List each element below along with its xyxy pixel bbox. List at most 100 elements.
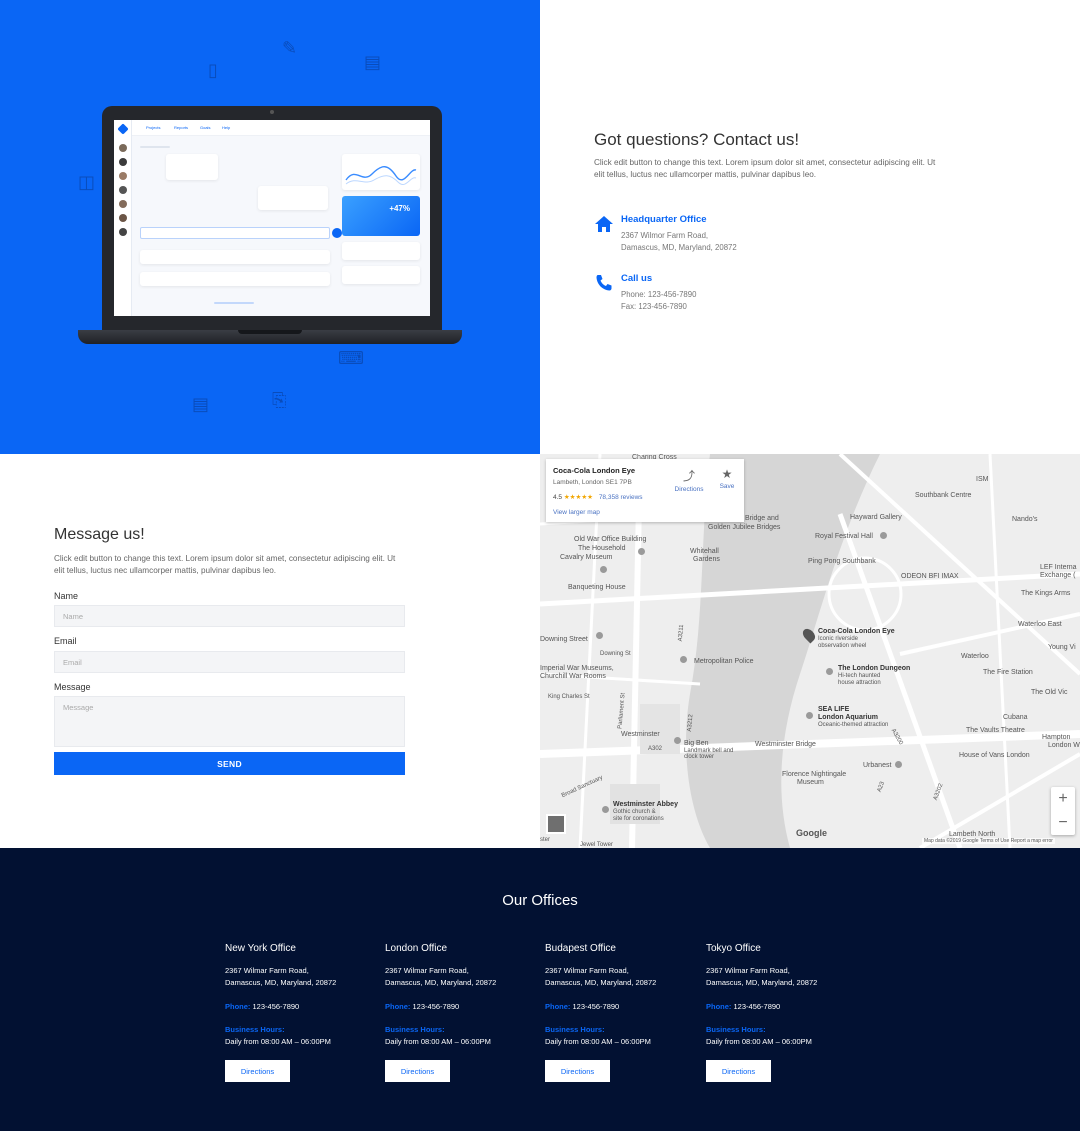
directions-button[interactable]: Directions bbox=[545, 1060, 610, 1082]
email-label: Email bbox=[54, 636, 77, 646]
phone-outline-icon: ▯ bbox=[208, 60, 218, 81]
directions-icon: ⤴ bbox=[682, 469, 695, 483]
map-label: The Household bbox=[578, 545, 626, 552]
map-label: observation wheel bbox=[818, 643, 867, 649]
map-label: Hampton bbox=[1042, 734, 1071, 741]
app-tab: Reports bbox=[174, 125, 189, 130]
laptop-base bbox=[78, 330, 462, 344]
office-address: 2367 Wilmar Farm Road, bbox=[706, 966, 790, 975]
save-label: Save bbox=[719, 483, 735, 490]
map-label: Nando's bbox=[1012, 516, 1038, 523]
avatar bbox=[119, 158, 127, 166]
map-label: house attraction bbox=[838, 680, 881, 686]
office-address: 2367 Wilmar Farm Road, bbox=[545, 966, 629, 975]
name-label: Name bbox=[54, 591, 79, 601]
message-field[interactable] bbox=[54, 696, 405, 747]
map-label: Big Ben bbox=[684, 740, 709, 747]
map-attribution[interactable]: Map data ©2019 Google Terms of Use Repor… bbox=[922, 838, 1055, 844]
reviews-link[interactable]: 78,358 reviews bbox=[599, 494, 643, 501]
stat-card: +47% bbox=[342, 196, 420, 236]
email-field[interactable] bbox=[54, 651, 405, 673]
satellite-toggle[interactable] bbox=[546, 814, 566, 834]
poi-icon[interactable] bbox=[895, 761, 902, 768]
zoom-out-button[interactable]: − bbox=[1051, 811, 1075, 835]
map-label: Cavalry Museum bbox=[560, 554, 613, 561]
map-label: Imperial War Museums, bbox=[540, 665, 614, 672]
document-icon: ▤ bbox=[364, 52, 382, 73]
place-title: Coca-Cola London Eye bbox=[553, 466, 636, 475]
map-label: Gothic church & bbox=[613, 809, 656, 815]
office-phone: Phone: 123-456-7890 bbox=[545, 1002, 619, 1011]
app-topbar: Projects Reports Goals Help bbox=[132, 120, 430, 136]
office-address: Damascus, MD, Maryland, 20872 bbox=[385, 978, 497, 987]
phone-line: Phone: 123-456-7890 bbox=[621, 290, 697, 299]
avatar bbox=[119, 228, 127, 236]
office-phone: Phone: 123-456-7890 bbox=[225, 1002, 299, 1011]
chart-card bbox=[342, 154, 420, 190]
send-icon bbox=[332, 228, 342, 238]
office-name: Tokyo Office bbox=[706, 943, 761, 954]
send-button[interactable]: SEND bbox=[54, 752, 405, 775]
map-label: Banqueting House bbox=[568, 584, 626, 591]
office-hours: Daily from 08:00 AM – 06:00PM bbox=[225, 1037, 331, 1046]
poi-icon[interactable] bbox=[806, 712, 813, 719]
map-label: Metropolitan Police bbox=[694, 658, 754, 665]
directions-button[interactable]: Directions bbox=[225, 1060, 290, 1082]
app-screenshot: Projects Reports Goals Help +47% bbox=[114, 120, 430, 316]
message-label: Message bbox=[54, 682, 91, 692]
activity-row bbox=[140, 272, 330, 286]
hq-address-line: Damascus, MD, Maryland, 20872 bbox=[621, 243, 737, 252]
map-embed[interactable]: Charing Cross Southbank Centre ISM Haywa… bbox=[540, 454, 1080, 848]
divider bbox=[214, 302, 254, 304]
chat-card bbox=[258, 186, 328, 210]
map-label: The Old Vic bbox=[1031, 689, 1068, 696]
avatar bbox=[119, 200, 127, 208]
contact-lead: Click edit button to change this text. L… bbox=[594, 158, 936, 179]
map-label: Hi-tech haunted bbox=[838, 673, 881, 679]
message-lead: Click edit button to change this text. L… bbox=[54, 554, 396, 575]
map-label: London W bbox=[1048, 742, 1080, 749]
hq-address-line: 2367 Wilmor Farm Road, bbox=[621, 231, 709, 240]
phone-key: Phone: bbox=[706, 1002, 732, 1011]
app-tab: Projects bbox=[146, 125, 161, 130]
map-label: House of Vans London bbox=[959, 752, 1030, 759]
app-tab: Help bbox=[222, 125, 231, 130]
activity-row bbox=[140, 250, 330, 264]
avatar bbox=[119, 144, 127, 152]
map-label: The Fire Station bbox=[983, 669, 1033, 676]
map-label: The Vaults Theatre bbox=[966, 727, 1025, 734]
directions-label: Directions bbox=[674, 486, 704, 493]
poi-icon[interactable] bbox=[826, 668, 833, 675]
poi-icon[interactable] bbox=[600, 566, 607, 573]
poi-icon[interactable] bbox=[602, 806, 609, 813]
save-action[interactable]: ★ Save bbox=[710, 467, 744, 490]
poi-icon[interactable] bbox=[674, 737, 681, 744]
map-label: clock tower bbox=[684, 754, 715, 760]
map-label: Downing Street bbox=[540, 636, 588, 643]
map-label: Exchange ( bbox=[1040, 572, 1076, 579]
directions-button[interactable]: Directions bbox=[385, 1060, 450, 1082]
fax-line: Fax: 123-456-7890 bbox=[621, 302, 687, 311]
map-label: Westminster bbox=[621, 731, 660, 738]
map-label: A302 bbox=[648, 746, 663, 752]
contact-section: Got questions? Contact us! Click edit bu… bbox=[540, 0, 1080, 454]
list-card bbox=[342, 242, 420, 260]
name-field[interactable] bbox=[54, 605, 405, 627]
zoom-in-button[interactable]: + bbox=[1051, 787, 1075, 811]
directions-action[interactable]: ⤴ Directions bbox=[672, 467, 706, 493]
office-name: Budapest Office bbox=[545, 943, 616, 954]
poi-icon[interactable] bbox=[680, 656, 687, 663]
hours-key: Business Hours: bbox=[706, 1025, 766, 1034]
phone-icon bbox=[596, 275, 612, 291]
list-card bbox=[342, 266, 420, 284]
map-label: Waterloo East bbox=[1018, 621, 1062, 628]
poi-icon[interactable] bbox=[596, 632, 603, 639]
directions-button[interactable]: Directions bbox=[706, 1060, 771, 1082]
view-larger-map-link[interactable]: View larger map bbox=[553, 509, 600, 516]
map-label: Young Vi bbox=[1048, 644, 1076, 651]
poi-icon[interactable] bbox=[638, 548, 645, 555]
place-rating: 4.5 ★★★★★ 78,358 reviews bbox=[553, 493, 643, 501]
app-tab: Goals bbox=[200, 125, 211, 130]
poi-icon[interactable] bbox=[880, 532, 887, 539]
map-label: Westminster Bridge bbox=[755, 741, 816, 748]
